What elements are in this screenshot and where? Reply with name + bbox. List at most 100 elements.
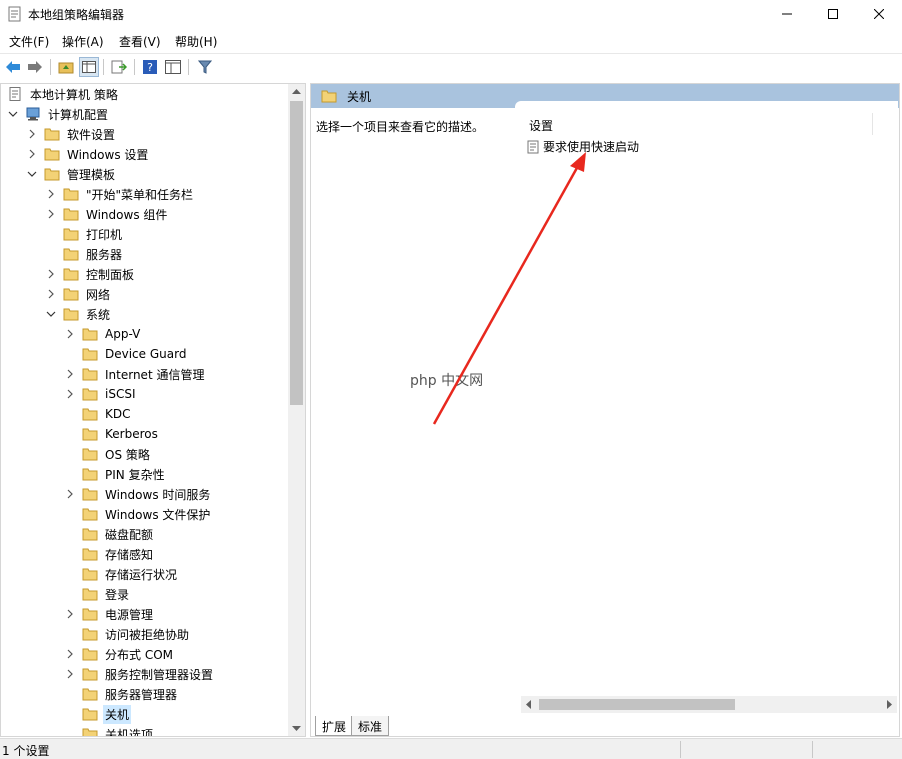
- menu-file[interactable]: 文件(F): [9, 33, 49, 50]
- filter-button[interactable]: [195, 57, 215, 77]
- help-icon: ?: [143, 60, 157, 74]
- tree-computer-config[interactable]: 计算机配置: [7, 104, 110, 124]
- tree-system-child[interactable]: 磁盘配额: [64, 524, 155, 544]
- horizontal-scrollbar[interactable]: [521, 696, 897, 713]
- tree-system-child[interactable]: 登录: [64, 584, 131, 604]
- menu-action[interactable]: 操作(A): [62, 33, 104, 50]
- properties-button[interactable]: [163, 57, 183, 77]
- tree-system-child[interactable]: 访问被拒绝协助: [64, 624, 191, 644]
- tree-system-child[interactable]: KDC: [64, 404, 133, 424]
- chevron-right-icon[interactable]: [45, 208, 57, 220]
- tree-item-label: iSCSI: [105, 387, 136, 401]
- details-header-title: 关机: [347, 89, 372, 104]
- chevron-right-icon[interactable]: [26, 128, 38, 140]
- horizontal-scroll-thumb[interactable]: [539, 699, 735, 710]
- export-list-button[interactable]: [109, 57, 129, 77]
- folder-icon: [63, 188, 79, 201]
- show-hide-tree-button[interactable]: [79, 57, 99, 77]
- tree-system-child[interactable]: App-V: [64, 324, 142, 344]
- tree-system[interactable]: 系统: [45, 304, 112, 324]
- maximize-button[interactable]: [810, 0, 856, 28]
- tree-system-child[interactable]: PIN 复杂性: [64, 464, 167, 484]
- tree-item-label: 服务控制管理器设置: [105, 667, 214, 682]
- policy-editor-icon: [8, 6, 21, 22]
- maximize-icon: [828, 9, 838, 19]
- tree-control-panel[interactable]: 控制面板: [45, 264, 136, 284]
- minimize-button[interactable]: [764, 0, 810, 28]
- tree-system-child[interactable]: 服务器管理器: [64, 684, 179, 704]
- tree-system-child[interactable]: Windows 文件保护: [64, 504, 212, 524]
- forward-button[interactable]: [25, 57, 45, 77]
- tree-item-label: OS 策略: [105, 447, 150, 462]
- scroll-right-icon[interactable]: [885, 700, 893, 709]
- tree-root[interactable]: 本地计算机 策略: [7, 84, 120, 104]
- folder-icon: [82, 708, 98, 721]
- chevron-right-icon[interactable]: [45, 288, 57, 300]
- chevron-right-icon[interactable]: [64, 368, 76, 380]
- tree-system-child[interactable]: Internet 通信管理: [64, 364, 206, 384]
- tree-server[interactable]: 服务器: [45, 244, 124, 264]
- close-button[interactable]: [856, 0, 902, 28]
- vertical-scroll-thumb[interactable]: [290, 101, 303, 405]
- chevron-right-icon[interactable]: [64, 608, 76, 620]
- folder-icon: [82, 408, 98, 421]
- vertical-scrollbar[interactable]: [288, 84, 305, 736]
- tree-system-child[interactable]: OS 策略: [64, 444, 152, 464]
- tree-windows-components[interactable]: Windows 组件: [45, 204, 169, 224]
- chevron-right-icon[interactable]: [64, 388, 76, 400]
- chevron-down-icon[interactable]: [26, 168, 38, 180]
- chevron-right-icon[interactable]: [45, 188, 57, 200]
- chevron-right-icon[interactable]: [26, 148, 38, 160]
- tree-network[interactable]: 网络: [45, 284, 112, 304]
- tree-system-child[interactable]: 存储感知: [64, 544, 155, 564]
- menu-help[interactable]: 帮助(H): [175, 33, 217, 50]
- chevron-right-icon[interactable]: [64, 648, 76, 660]
- chevron-right-icon[interactable]: [45, 268, 57, 280]
- tree-system-child[interactable]: 关机: [64, 704, 132, 724]
- tab-standard[interactable]: 标准: [351, 716, 390, 736]
- folder-icon: [44, 148, 60, 161]
- tree-system-child[interactable]: 电源管理: [64, 604, 155, 624]
- chevron-right-icon[interactable]: [64, 668, 76, 680]
- tree-system-child[interactable]: Windows 时间服务: [64, 484, 212, 504]
- tree-system-child[interactable]: 服务控制管理器设置: [64, 664, 215, 684]
- tree-admin-templates[interactable]: 管理模板: [26, 164, 117, 184]
- folder-icon: [82, 688, 98, 701]
- tree-system-child[interactable]: 关机选项: [64, 724, 155, 736]
- help-button[interactable]: ?: [140, 57, 160, 77]
- tree-system-child[interactable]: 存储运行状况: [64, 564, 179, 584]
- chevron-right-icon[interactable]: [64, 488, 76, 500]
- tree-software-settings[interactable]: 软件设置: [26, 124, 117, 144]
- chevron-down-icon[interactable]: [45, 308, 57, 320]
- menu-view[interactable]: 查看(V): [119, 33, 161, 50]
- tree-system-child[interactable]: 分布式 COM: [64, 644, 175, 664]
- up-folder-button[interactable]: [56, 57, 76, 77]
- column-header-setting[interactable]: 设置: [529, 117, 553, 134]
- folder-icon: [82, 508, 98, 521]
- folder-icon: [321, 90, 337, 103]
- tree-item-label: Windows 设置: [67, 147, 149, 162]
- setting-item[interactable]: 要求使用快速启动: [527, 138, 639, 155]
- tree-system-child[interactable]: iSCSI: [64, 384, 138, 404]
- scroll-left-icon[interactable]: [525, 700, 533, 709]
- back-button[interactable]: [3, 57, 23, 77]
- tree-start-menu[interactable]: "开始"菜单和任务栏: [45, 184, 195, 204]
- scroll-up-icon[interactable]: [292, 88, 301, 96]
- chevron-right-icon[interactable]: [64, 328, 76, 340]
- chevron-down-icon[interactable]: [7, 108, 19, 120]
- tree-windows-settings[interactable]: Windows 设置: [26, 144, 150, 164]
- setting-doc-icon: [527, 140, 539, 153]
- tree-system-child[interactable]: Device Guard: [64, 344, 188, 364]
- setting-label: 要求使用快速启动: [543, 140, 640, 154]
- folder-icon: [63, 228, 79, 241]
- forward-icon: [28, 61, 42, 73]
- tab-extended[interactable]: 扩展: [315, 716, 354, 736]
- folder-icon: [82, 728, 98, 736]
- scroll-down-icon[interactable]: [292, 724, 301, 732]
- tree-item-label: "开始"菜单和任务栏: [86, 187, 194, 202]
- tree-printers[interactable]: 打印机: [45, 224, 124, 244]
- tree-item-label: 分布式 COM: [105, 647, 173, 662]
- tree-system-child[interactable]: Kerberos: [64, 424, 160, 444]
